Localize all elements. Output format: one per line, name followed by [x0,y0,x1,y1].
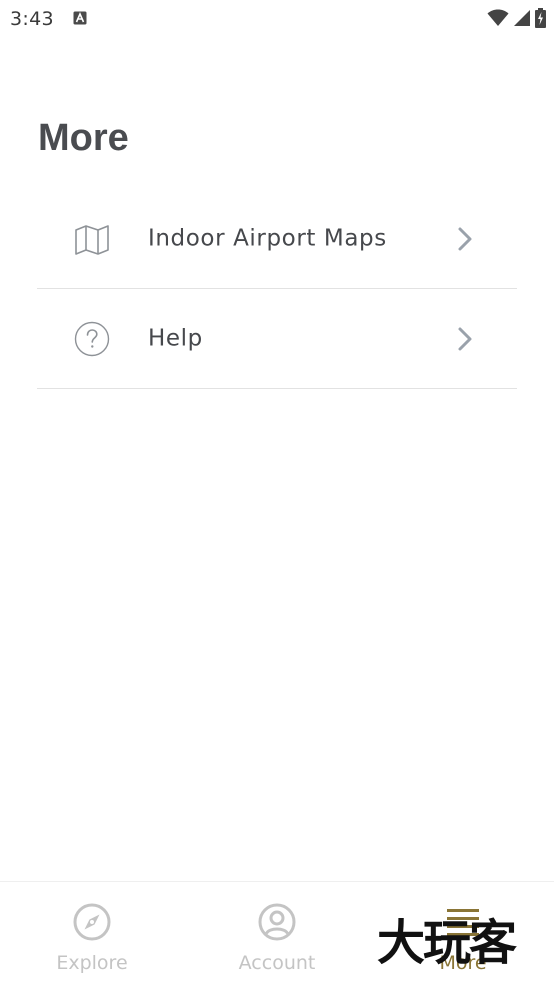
nav-tab-explore[interactable]: Explore [22,882,162,984]
status-time: 3:43 [10,8,54,30]
more-screen: 3:43 More Indoor Airport Maps Help Explo… [0,0,554,984]
battery-charging-icon [535,8,546,28]
nav-tab-account[interactable]: Account [207,882,347,984]
cellular-signal-icon [514,10,530,26]
wifi-icon [487,9,509,26]
a-letter-icon [73,11,87,25]
menu-list: Indoor Airport Maps Help [37,189,517,389]
account-circle-icon [258,903,296,941]
nav-label: Account [238,952,316,974]
menu-item-indoor-airport-maps[interactable]: Indoor Airport Maps [37,189,517,289]
compass-icon [73,903,111,941]
nav-label: More [439,952,487,974]
menu-item-label: Help [148,324,203,351]
bottom-nav: Explore Account More [0,881,554,984]
menu-lines-icon [447,909,479,936]
chevron-right-icon [458,327,472,350]
status-bar: 3:43 [0,0,554,40]
status-icons [487,7,546,29]
help-circle-icon [74,321,110,356]
chevron-right-icon [458,227,472,250]
map-icon [75,224,109,255]
nav-label: Explore [56,952,128,974]
menu-item-help[interactable]: Help [37,289,517,389]
menu-item-label: Indoor Airport Maps [148,224,387,251]
nav-tab-more[interactable]: More [393,882,533,984]
page-title: More [38,117,129,159]
